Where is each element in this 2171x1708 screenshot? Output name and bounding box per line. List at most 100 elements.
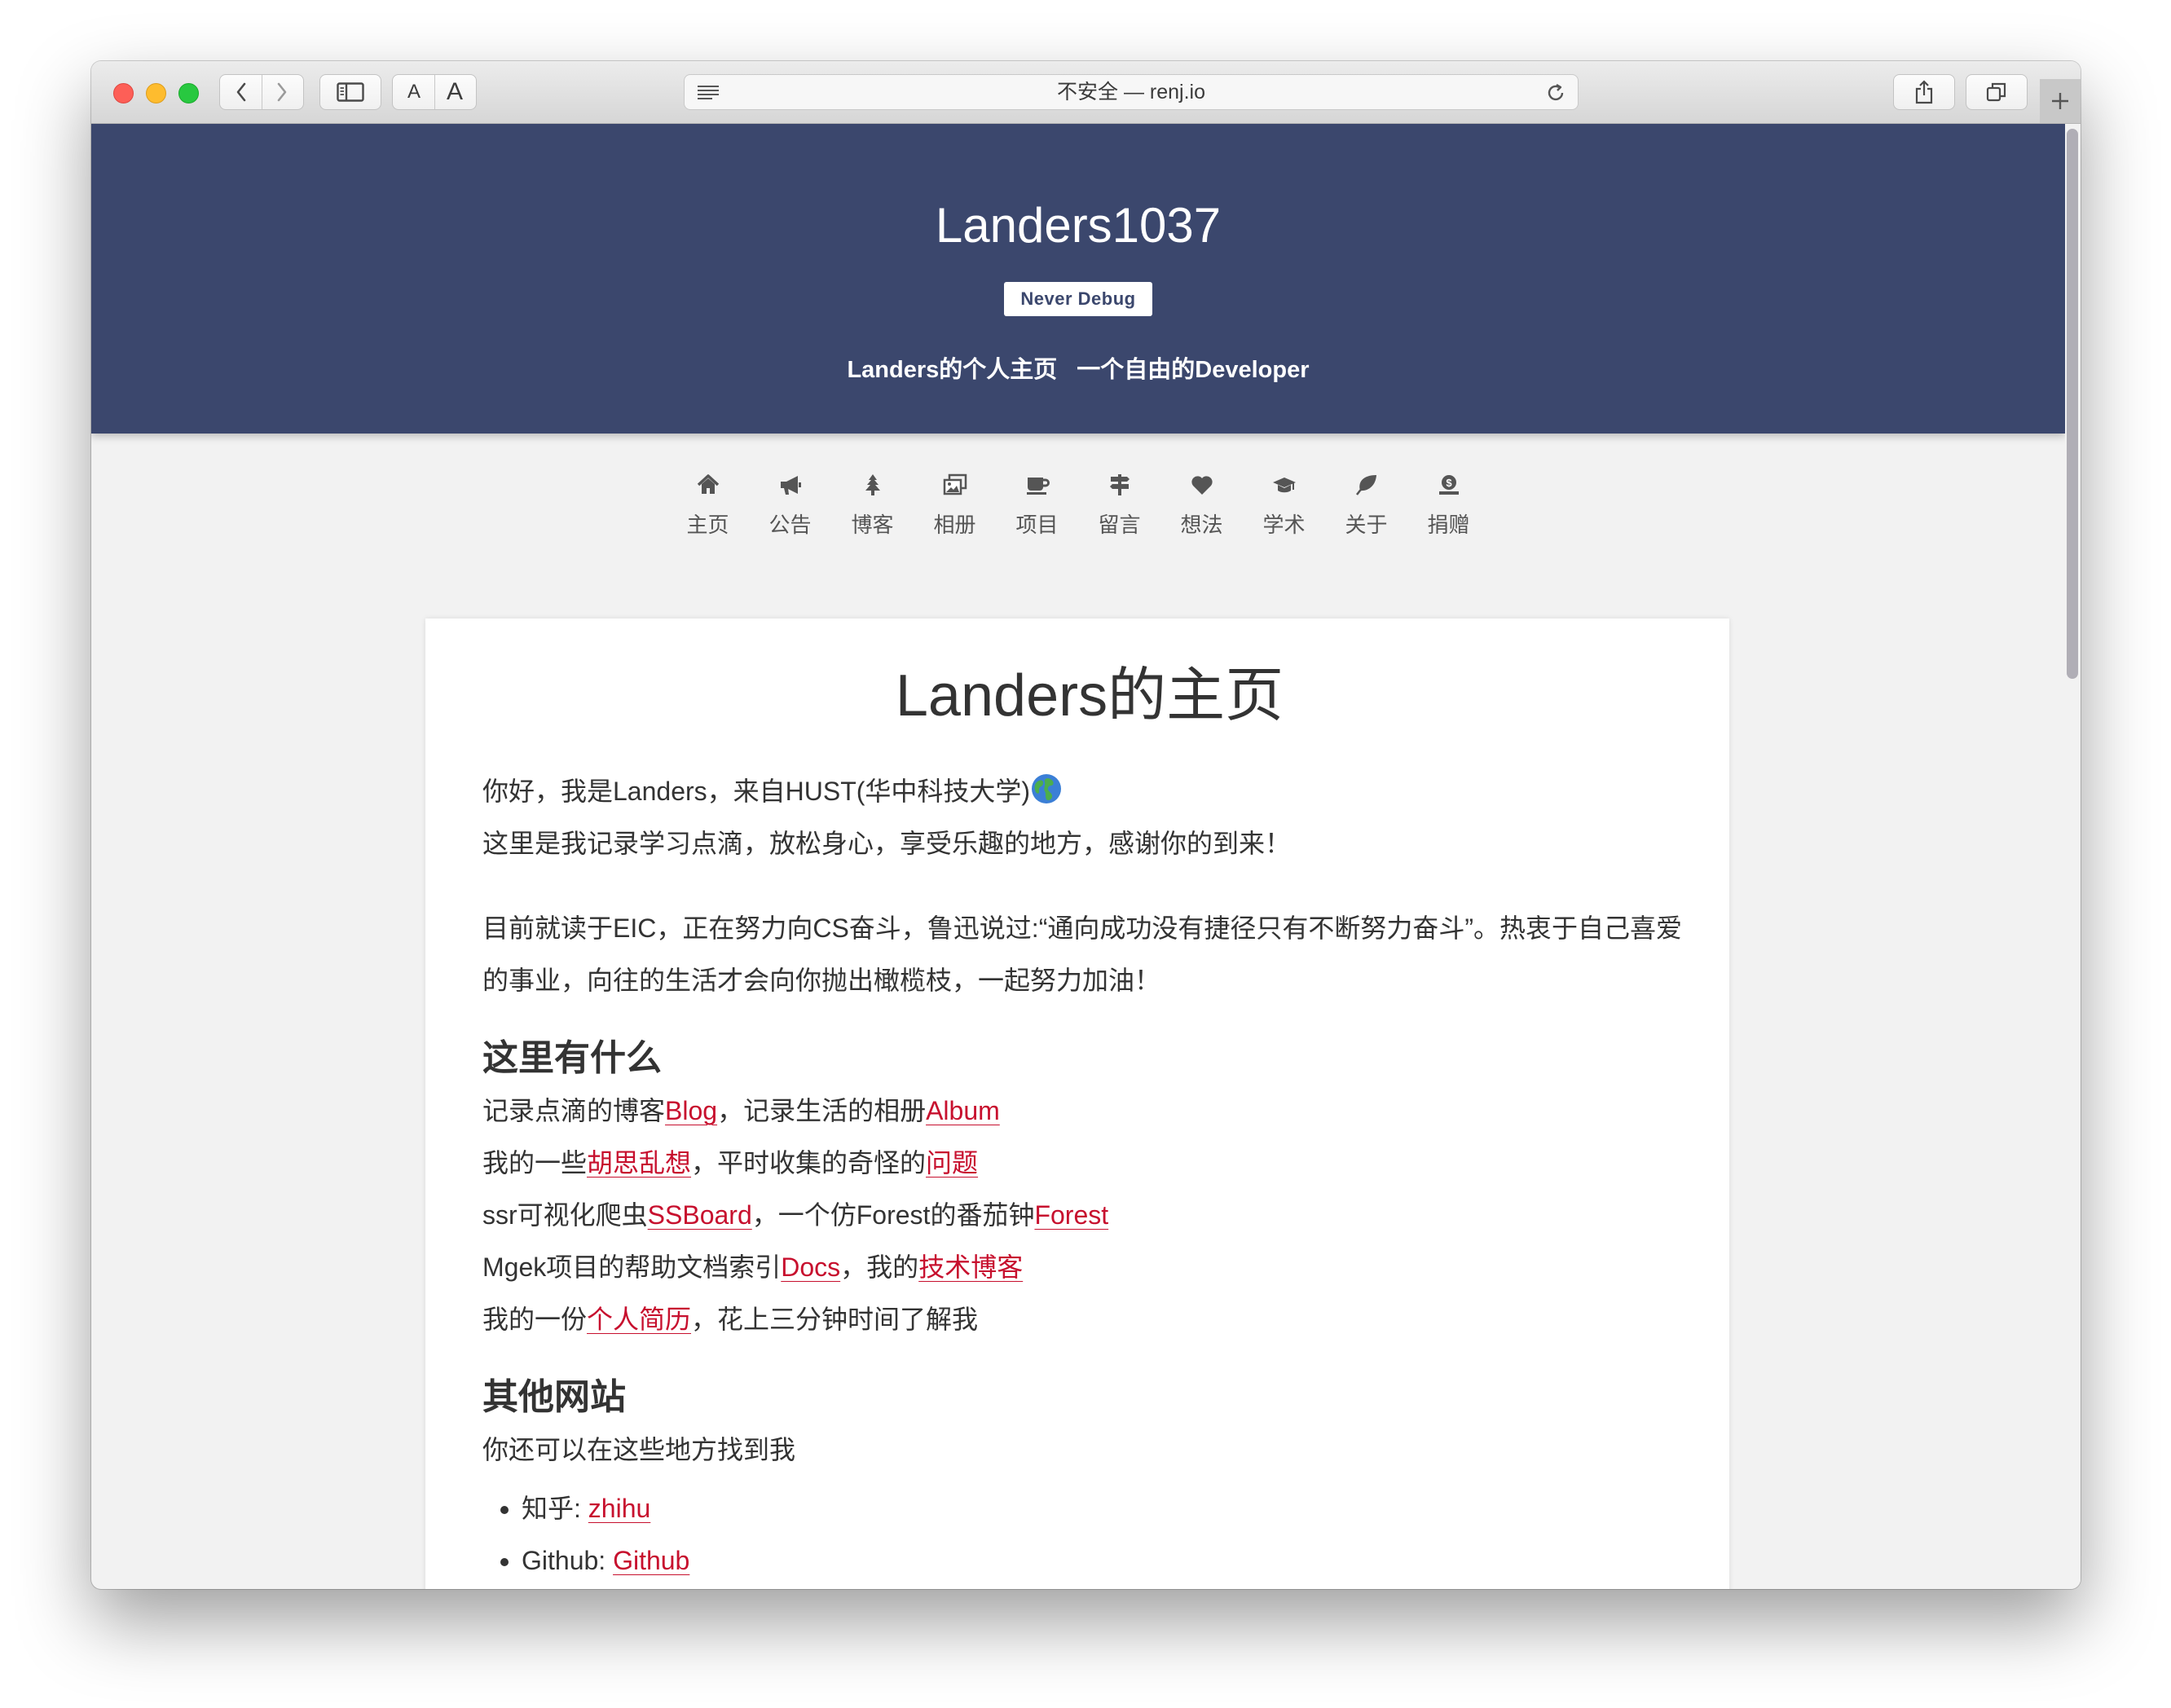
nav-label-projects: 项目 bbox=[1015, 513, 1059, 537]
back-forward-group bbox=[219, 74, 304, 110]
leaf-icon bbox=[1355, 475, 1376, 495]
text-segment: ，花上三分钟时间了解我 bbox=[691, 1305, 979, 1334]
page-viewport: Landers1037 Never Debug Landers的个人主页 一个自由… bbox=[91, 124, 2081, 1589]
nav-label-announcement: 公告 bbox=[768, 513, 812, 537]
zoom-window-button[interactable] bbox=[178, 83, 199, 103]
home-icon bbox=[697, 474, 719, 494]
font-larger-button[interactable]: A bbox=[434, 78, 476, 106]
text-segment: ，一个仿Forest的番茄钟 bbox=[751, 1200, 1035, 1230]
text-segment: 我的一份 bbox=[482, 1305, 588, 1334]
share-button[interactable] bbox=[1893, 74, 1955, 110]
close-window-button[interactable] bbox=[113, 83, 134, 103]
nav-label-home: 主页 bbox=[686, 513, 729, 537]
svg-text:$: $ bbox=[1446, 477, 1452, 489]
link-questions[interactable]: 问题 bbox=[926, 1148, 978, 1178]
nav-label-thoughts: 想法 bbox=[1180, 513, 1223, 537]
chevron-right-icon bbox=[277, 82, 287, 102]
images-icon bbox=[943, 473, 967, 495]
motto-badge: Never Debug bbox=[1004, 282, 1152, 316]
link-github[interactable]: Github bbox=[613, 1546, 689, 1575]
donate-icon: $ bbox=[1438, 475, 1459, 495]
subtitle-right: 一个自由的Developer bbox=[1077, 357, 1310, 383]
nav-item-projects[interactable]: 项目 bbox=[996, 473, 1078, 539]
tree-icon bbox=[865, 474, 880, 495]
link-thoughts[interactable]: 胡思乱想 bbox=[587, 1148, 691, 1178]
site-label: Github: bbox=[522, 1546, 614, 1575]
back-button[interactable] bbox=[220, 75, 262, 109]
site-title[interactable]: Landers1037 bbox=[91, 197, 2065, 254]
plus-icon bbox=[2052, 93, 2068, 109]
sidebar-toggle-button[interactable] bbox=[319, 74, 381, 110]
text-segment: 我的一些 bbox=[482, 1148, 588, 1178]
whats-here-line-5: 我的一份个人简历，花上三分钟时间了解我 bbox=[482, 1293, 1697, 1345]
nav-item-thoughts[interactable]: 想法 bbox=[1160, 473, 1243, 539]
intro-paragraph: 目前就读于EIC，正在努力向CS奋斗，鲁迅说过:“通向成功没有捷径只有不断努力奋… bbox=[482, 913, 1683, 995]
whats-here-line-4: Mgek项目的帮助文档索引Docs，我的技术博客 bbox=[482, 1241, 1697, 1293]
nav-label-album: 相册 bbox=[933, 513, 976, 537]
link-zhihu[interactable]: zhihu bbox=[588, 1494, 651, 1523]
link-blog[interactable]: Blog bbox=[665, 1096, 717, 1125]
text-segment: ，记录生活的相册 bbox=[717, 1096, 927, 1125]
share-icon bbox=[1915, 80, 1933, 104]
intro-text-1: 你好，我是Landers，来自HUST(华中科技大学) bbox=[482, 777, 1031, 806]
nav-label-guestbook: 留言 bbox=[1098, 513, 1141, 537]
font-smaller-button[interactable]: A bbox=[393, 81, 435, 103]
link-resume[interactable]: 个人简历 bbox=[587, 1305, 691, 1334]
list-item: Github: Github bbox=[522, 1534, 1697, 1587]
scrollbar[interactable] bbox=[2065, 124, 2081, 1589]
nav-item-blog[interactable]: 博客 bbox=[831, 473, 914, 539]
scrollbar-thumb[interactable] bbox=[2067, 129, 2078, 679]
site-label: 知乎: bbox=[522, 1494, 588, 1523]
bullhorn-icon bbox=[780, 476, 801, 495]
intro-line-1: 你好，我是Landers，来自HUST(华中科技大学) bbox=[482, 765, 1697, 817]
text-segment: Mgek项目的帮助文档索引 bbox=[482, 1252, 782, 1282]
subtitle-left: Landers的个人主页 bbox=[847, 357, 1058, 383]
nav-item-home[interactable]: 主页 bbox=[667, 473, 749, 539]
main-nav: 主页 公告 博客 相册 项目 留言 想法 学术 关于 $ 捐赠 bbox=[91, 473, 2065, 539]
main-content-card: Landers的主页 你好，我是Landers，来自HUST(华中科技大学) 这… bbox=[425, 618, 1729, 1589]
reload-icon[interactable] bbox=[1545, 82, 1566, 103]
link-forest[interactable]: Forest bbox=[1034, 1200, 1108, 1230]
font-size-group: A A bbox=[392, 74, 477, 110]
tabs-icon bbox=[1986, 82, 2006, 102]
text-segment: ，我的 bbox=[840, 1252, 919, 1282]
other-sites-desc: 你还可以在这些地方找到我 bbox=[482, 1435, 796, 1464]
list-item: 知乎: zhihu bbox=[522, 1482, 1697, 1534]
nav-item-donate[interactable]: $ 捐赠 bbox=[1407, 473, 1490, 539]
other-sites-list: 知乎: zhihu Github: Github bbox=[482, 1482, 1697, 1587]
nav-item-guestbook[interactable]: 留言 bbox=[1078, 473, 1160, 539]
browser-window: A A 不安全 — renj.io Landers1037 Never Debu… bbox=[91, 61, 2081, 1589]
whats-here-line-3: ssr可视化爬虫SSBoard，一个仿Forest的番茄钟Forest bbox=[482, 1189, 1697, 1241]
nav-item-announcement[interactable]: 公告 bbox=[749, 473, 831, 539]
nav-item-album[interactable]: 相册 bbox=[914, 473, 996, 539]
chevron-left-icon bbox=[236, 82, 246, 102]
graduation-cap-icon bbox=[1272, 478, 1296, 493]
link-docs[interactable]: Docs bbox=[781, 1252, 840, 1282]
text-segment: 记录点滴的博客 bbox=[482, 1096, 666, 1125]
url-text: 不安全 — renj.io bbox=[1057, 81, 1205, 103]
site-subtitle: Landers的个人主页 一个自由的Developer bbox=[91, 350, 2065, 385]
forward-button[interactable] bbox=[261, 75, 303, 109]
tabs-overview-button[interactable] bbox=[1966, 74, 2028, 110]
new-tab-button[interactable] bbox=[2040, 79, 2081, 123]
heart-icon bbox=[1191, 476, 1213, 495]
section-heading-other-sites: 其他网站 bbox=[482, 1377, 626, 1417]
whats-here-line-2: 我的一些胡思乱想，平时收集的奇怪的问题 bbox=[482, 1137, 1697, 1189]
section-heading-whats-here: 这里有什么 bbox=[482, 1038, 662, 1078]
address-bar[interactable]: 不安全 — renj.io bbox=[684, 74, 1579, 110]
signpost-icon bbox=[1109, 474, 1130, 495]
minimize-window-button[interactable] bbox=[146, 83, 166, 103]
link-tech-blog[interactable]: 技术博客 bbox=[918, 1252, 1023, 1282]
nav-label-donate: 捐赠 bbox=[1427, 513, 1470, 537]
link-ssboard[interactable]: SSBoard bbox=[648, 1200, 752, 1230]
nav-item-about[interactable]: 关于 bbox=[1325, 473, 1407, 539]
whats-here-line-1: 记录点滴的博客Blog，记录生活的相册Album bbox=[482, 1085, 1697, 1137]
page-title: Landers的主页 bbox=[895, 663, 1284, 729]
coffee-icon bbox=[1026, 478, 1050, 495]
link-album[interactable]: Album bbox=[926, 1096, 1000, 1125]
nav-label-academic: 学术 bbox=[1262, 513, 1306, 537]
nav-item-academic[interactable]: 学术 bbox=[1243, 473, 1325, 539]
nav-label-blog: 博客 bbox=[851, 513, 894, 537]
intro-line-2: 这里是我记录学习点滴，放松身心，享受乐趣的地方，感谢你的到来！ bbox=[482, 829, 1292, 858]
earth-globe-icon bbox=[1032, 774, 1062, 803]
